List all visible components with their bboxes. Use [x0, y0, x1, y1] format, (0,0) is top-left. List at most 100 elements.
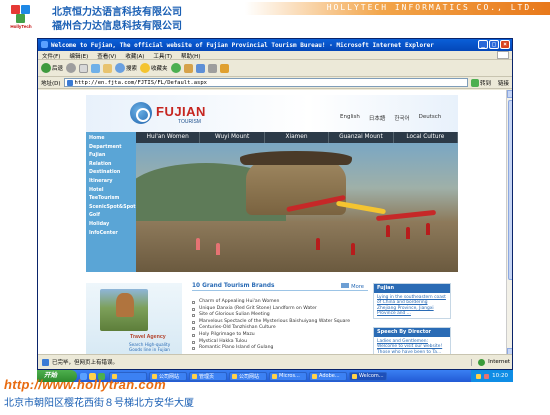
list-item[interactable]: Site of Glorious Sulian Meeting — [192, 312, 368, 319]
internet-zone-icon — [478, 358, 486, 366]
search-icon — [115, 63, 126, 73]
task-button[interactable]: 管理页 — [189, 371, 227, 381]
go-arrow-icon — [470, 78, 479, 87]
lang-english[interactable]: English — [340, 114, 360, 122]
ie-titlebar[interactable]: Welcome to Fujian, The official website … — [38, 39, 512, 51]
edit-icon[interactable] — [219, 63, 229, 73]
nav-department[interactable]: Department — [86, 144, 136, 153]
task-button-active[interactable]: Welcom... — [349, 371, 387, 381]
go-button[interactable]: 转到 — [470, 78, 491, 87]
scroll-thumb[interactable] — [508, 100, 512, 280]
fujian-site: FUJIAN TOURISM English 日本語 한국어 Deutsch H… — [86, 95, 459, 356]
travel-agency-block[interactable]: Travel Agency Search High-quality Goods … — [86, 283, 182, 356]
menu-file[interactable]: 文件(F) — [42, 52, 60, 60]
close-button[interactable]: × — [500, 40, 510, 49]
page-error-icon[interactable] — [42, 358, 49, 366]
scroll-up-icon[interactable] — [507, 90, 512, 98]
company-name-fuzhou: 福州合力达信息科技有限公司 — [52, 21, 182, 32]
list-item[interactable]: Holy Pilgrimage to Mazu — [192, 332, 368, 339]
task-button[interactable]: Adobe... — [309, 371, 347, 381]
task-button[interactable]: Micros... — [269, 371, 307, 381]
media-icon[interactable] — [170, 63, 181, 73]
nav-golf[interactable]: Golf — [86, 212, 136, 221]
task-button[interactable]: 公司网站 — [229, 371, 267, 381]
tab-xiamen[interactable]: Xiamen — [265, 132, 330, 143]
print-icon[interactable] — [207, 63, 217, 73]
history-icon[interactable] — [183, 63, 193, 73]
tray-icon[interactable] — [476, 373, 482, 379]
footer-address: 北京市朝阳区樱花西街８号梯北方安华大厦 — [4, 398, 194, 409]
list-item[interactable]: Charm of Appealing Hui'an Women — [192, 299, 368, 306]
ie-toolbar: 后退 搜索 收藏夹 — [38, 60, 512, 77]
window-title: Welcome to Fujian, The official website … — [51, 42, 434, 49]
nav-infocenter[interactable]: InfoCenter — [86, 230, 136, 239]
address-value: http://en.fjta.com/FJTIS/FL/Default.aspx — [74, 80, 207, 86]
status-text: 已完毕，但网页上有错误。 — [52, 360, 119, 366]
address-input[interactable]: http://en.fjta.com/FJTIS/FL/Default.aspx — [63, 78, 468, 87]
tab-huian-women[interactable]: Hui'an Women — [136, 132, 201, 143]
site-header: FUJIAN TOURISM English 日本語 한국어 Deutsch — [86, 95, 458, 132]
home-icon[interactable] — [103, 63, 113, 73]
maximize-button[interactable]: □ — [489, 40, 499, 49]
nav-destination[interactable]: Destination — [86, 169, 136, 178]
lang-korean[interactable]: 한국어 — [394, 114, 409, 122]
ie-menubar: 文件(F) 编辑(E) 查看(V) 收藏(A) 工具(T) 帮助(H) — [38, 51, 512, 60]
fujian-panel: Fujian Lying in the southeastern coast o… — [373, 283, 451, 319]
header-banner: HOLLYTECH INFORMATICS CO., LTD. — [245, 2, 550, 15]
stop-icon[interactable] — [79, 63, 89, 73]
tab-wuyi-mount[interactable]: Wuyi Mount — [200, 132, 265, 143]
vertical-scrollbar[interactable] — [506, 90, 512, 356]
star-icon — [140, 63, 151, 73]
nav-hotel[interactable]: Hotel — [86, 187, 136, 196]
favorites-button[interactable]: 收藏夹 — [140, 63, 168, 73]
list-item[interactable]: Romantic Piano Island of Gulang — [192, 345, 368, 352]
nav-holiday[interactable]: Holiday — [86, 221, 136, 230]
mail-icon[interactable] — [195, 63, 205, 73]
search-button[interactable]: 搜索 — [115, 63, 137, 73]
more-link[interactable]: More — [341, 283, 364, 290]
list-item[interactable]: Centuries-Old Tanzhishan Culture — [192, 325, 368, 332]
menu-view[interactable]: 查看(V) — [97, 52, 116, 60]
brand-list: Charm of Appealing Hui'an Women Unique D… — [192, 299, 368, 352]
lang-german[interactable]: Deutsch — [419, 114, 442, 122]
refresh-icon[interactable] — [91, 63, 101, 73]
ie-addressbar: 地址(D) http://en.fjta.com/FJTIS/FL/Defaul… — [38, 77, 512, 89]
more-label: More — [351, 284, 364, 290]
menu-edit[interactable]: 编辑(E) — [69, 52, 88, 60]
fujian-panel-body[interactable]: Lying in the southeastern coast of China… — [374, 293, 450, 318]
ie-statusbar: 已完毕，但网页上有错误。 Internet — [38, 354, 512, 369]
slide-header: HollyTech 北京恒力达语言科技有限公司 福州合力达信息科技有限公司 HO… — [0, 0, 550, 34]
tray-icon[interactable] — [484, 373, 490, 379]
lang-japanese[interactable]: 日本語 — [369, 114, 386, 122]
hero-photo — [136, 143, 458, 272]
site-brand-name: FUJIAN — [156, 104, 206, 119]
agency-sub-line-2: Goods line in Fujian — [129, 347, 170, 353]
travel-agency-title: Travel Agency — [130, 334, 166, 340]
tourism-brands: 10 Grand Tourism Brands More Charm of Ap… — [192, 283, 368, 356]
back-button[interactable]: 后退 — [41, 63, 63, 73]
hollytech-logo: HollyTech — [3, 3, 39, 31]
travel-agency-subtitle: Search High-quality Goods line in Fujian — [129, 342, 170, 353]
minimize-button[interactable]: _ — [478, 40, 488, 49]
tab-guanzai-mount[interactable]: Guanzai Mount — [329, 132, 394, 143]
nav-itinerary[interactable]: Itinerary — [86, 178, 136, 187]
nav-teetourism[interactable]: TeeTourism — [86, 195, 136, 204]
ie-window: Welcome to Fujian, The official website … — [37, 38, 513, 370]
language-bar: English 日本語 한국어 Deutsch — [340, 114, 441, 122]
right-panels: Fujian Lying in the southeastern coast o… — [373, 283, 451, 356]
forward-icon[interactable] — [66, 63, 77, 73]
nav-relation[interactable]: Relation — [86, 161, 136, 170]
nav-scenicspot[interactable]: ScenicSpot&Spot — [86, 204, 136, 213]
speech-panel-title: Speech By Director — [374, 328, 450, 337]
speech-panel: Speech By Director Ladies and Gentlemen:… — [373, 327, 451, 356]
tab-local-culture[interactable]: Local Culture — [394, 132, 459, 143]
back-arrow-icon — [41, 63, 51, 73]
menu-favorites[interactable]: 收藏(A) — [125, 52, 144, 60]
links-button[interactable]: 链接 — [498, 79, 509, 87]
brands-header: 10 Grand Tourism Brands More — [192, 283, 368, 291]
menu-help[interactable]: 帮助(H) — [181, 52, 200, 60]
clock: 10:20 — [492, 373, 508, 379]
nav-home[interactable]: Home — [86, 135, 136, 144]
menu-tools[interactable]: 工具(T) — [153, 52, 172, 60]
nav-fujian[interactable]: Fujian — [86, 152, 136, 161]
